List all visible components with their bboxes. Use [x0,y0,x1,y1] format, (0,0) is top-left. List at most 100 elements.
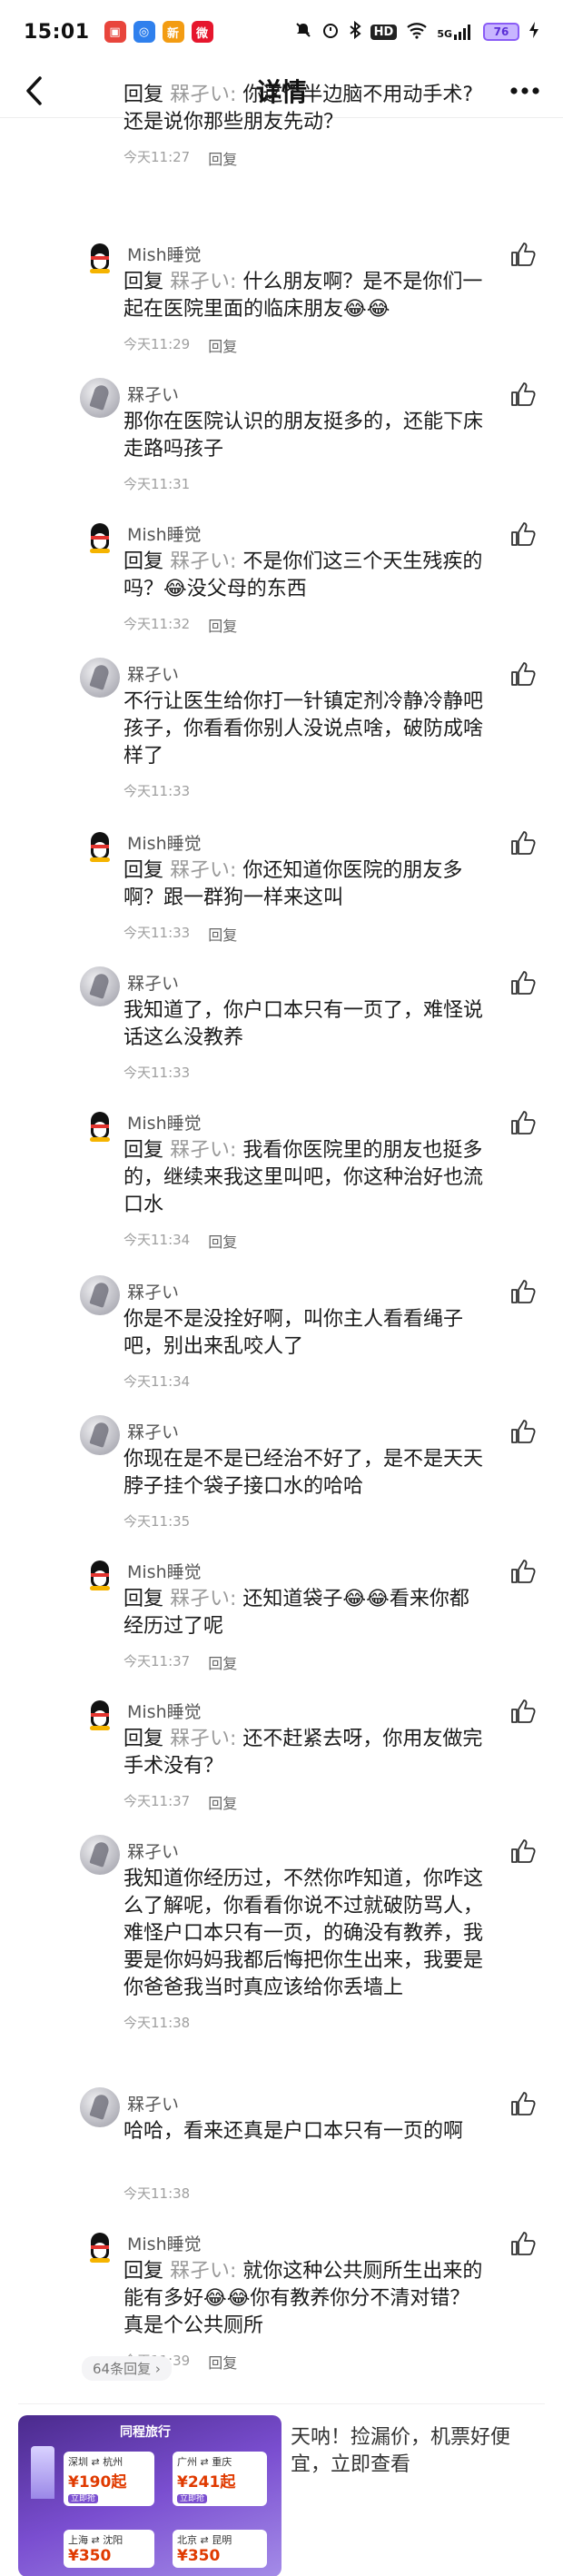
ad-fare-price: ¥241起 [177,2473,236,2492]
ad-fare-card[interactable]: 广州 ⇄ 重庆 ¥241起 立即抢 [173,2452,267,2506]
more-button[interactable] [505,74,545,107]
comment-meta: 今天11:37 回复 [123,1791,237,1813]
status-system-icons: HD 5G 76 [294,20,539,44]
reply-target-name[interactable]: 槑孑い: [170,1728,242,1750]
thumbs-up-icon[interactable] [509,240,538,269]
thumbs-up-icon[interactable] [509,1557,538,1586]
avatar[interactable] [80,1835,120,1875]
comment-meta: 今天11:33 回复 [123,923,237,945]
comment-text[interactable]: 回复 槑孑い: 不是你们这三个天生残疾的吗？😂没父母的东西 [123,549,487,603]
avatar[interactable] [80,378,120,418]
reply-button[interactable]: 回复 [208,614,237,636]
reply-target-name[interactable]: 槑孑い: [170,859,242,882]
reply-target-name[interactable]: 槑孑い: [170,2260,242,2283]
comment-text[interactable]: 那你在医院认识的朋友挺多的，还能下床走路吗孩子 [123,409,487,463]
thumbs-up-icon[interactable] [509,380,538,409]
avatar[interactable] [80,1275,120,1315]
reply-button[interactable]: 回复 [208,2351,237,2373]
back-button[interactable] [18,73,54,109]
reply-target-name[interactable]: 槑孑い: [170,1588,242,1610]
avatar[interactable] [80,2227,120,2267]
thumbs-up-icon[interactable] [509,828,538,857]
comment-author[interactable]: Mish睡觉 [127,2231,202,2255]
ad-fare-tag: 立即抢 [68,2494,99,2503]
comment-author[interactable]: Mish睡觉 [127,1110,202,1134]
avatar[interactable] [80,1106,120,1146]
comment-time: 今天11:33 [123,1065,191,1081]
comment-text[interactable]: 你是不是没拴好啊，叫你主人看看绳子吧，别出来乱咬人了 [123,1306,487,1361]
reply-button[interactable]: 回复 [208,147,237,169]
thumbs-up-icon[interactable] [509,1837,538,1866]
reply-prefix: 回复 [123,2260,170,2283]
comment-text[interactable]: 回复 槑孑い: 什么朋友啊？是不是你们一起在医院里面的临床朋友😂😂 [123,269,487,323]
thumbs-up-icon[interactable] [509,659,538,689]
ad-fare-card[interactable]: 上海 ⇄ 沈阳 ¥350 [64,2530,154,2568]
comment-author[interactable]: Mish睡觉 [127,830,202,855]
comment-author[interactable]: 槑孑い [127,2091,179,2115]
comment-text[interactable]: 不行让医生给你打一针镇定剂冷静冷静吧孩子，你看看你别人没说点啥，破防成啥样了 [123,689,487,770]
signal-5g-icon: 5G [437,24,474,40]
comment-author[interactable]: Mish睡觉 [127,521,202,546]
reply-button[interactable]: 回复 [208,923,237,945]
thumbs-up-icon[interactable] [509,1108,538,1137]
more-replies-link[interactable]: 64条回复 › [82,2356,172,2381]
thumbs-up-icon[interactable] [509,2089,538,2118]
comment-time: 今天11:35 [123,1513,191,1530]
reply-button[interactable]: 回复 [208,1651,237,1673]
reply-target-name[interactable]: 槑孑い: [170,550,242,573]
avatar[interactable] [80,966,120,1006]
thumbs-up-icon[interactable] [509,2229,538,2258]
comment-author[interactable]: Mish睡觉 [127,242,202,266]
reply-button[interactable]: 回复 [208,1791,237,1813]
thumbs-up-icon[interactable] [509,1417,538,1446]
comment-body: 我知道你经历过，不然你咋知道，你咋这么了解呢，你看看你说不过就破防骂人，难怪户口… [123,1868,484,1999]
avatar[interactable] [80,1555,120,1595]
comment-text[interactable]: 回复 槑孑い: 还不赶紧去呀，你用友做完手术没有？ [123,1726,487,1780]
comment-author[interactable]: 槑孑い [127,970,179,995]
thumbs-up-icon[interactable] [509,1277,538,1306]
comment-author[interactable]: 槑孑い [127,1838,179,1863]
avatar[interactable] [80,2087,120,2127]
ad-text[interactable]: 天呐！捡漏价，机票好便宜，立即查看 [291,2424,518,2479]
avatar[interactable] [80,518,120,558]
ad-image[interactable]: 同程旅行 深圳 ⇄ 杭州 ¥190起 立即抢 广州 ⇄ 重庆 ¥241起 立即抢… [18,2415,282,2576]
comment-text[interactable]: 回复 槑孑い: 你还知道你医院的朋友多啊？跟一群狗一样来这叫 [123,857,487,912]
avatar[interactable] [80,1415,120,1455]
avatar[interactable] [80,1695,120,1735]
comment-author[interactable]: 槑孑い [127,1419,179,1443]
ad-fare-route: 上海 ⇄ 沈阳 [68,2534,123,2546]
mute-icon [294,21,312,44]
comment-text[interactable]: 我知道了，你户口本只有一页了，难怪说话这么没教养 [123,997,487,1052]
comment-text[interactable]: 回复 槑孑い: 我看你医院里的朋友也挺多的，继续来我这里叫吧，你这种治好也流口水 [123,1137,487,1219]
reply-target-name[interactable]: 槑孑い: [170,84,242,106]
thumbs-up-icon[interactable] [509,968,538,997]
comment-author[interactable]: 槑孑い [127,661,179,686]
comment-text[interactable]: 哈哈，看来还真是户口本只有一页的啊 [123,2118,487,2145]
thumbs-up-icon[interactable] [509,1697,538,1726]
comment-text[interactable]: 我知道你经历过，不然你咋知道，你咋这么了解呢，你看看你说不过就破防骂人，难怪户口… [123,1866,487,2002]
comment-author[interactable]: 槑孑い [127,1279,179,1303]
app-red-icon: ▣ [104,21,126,43]
reply-target-name[interactable]: 槑孑い: [170,271,242,293]
ad-fare-price: ¥190起 [68,2473,127,2492]
comment-text[interactable]: 你现在是不是已经治不好了，是不是天天脖子挂个袋子接口水的哈哈 [123,1446,487,1501]
ad-tower-graphic [31,2446,54,2499]
comment-author[interactable]: Mish睡觉 [127,1559,202,1583]
thumbs-up-icon[interactable] [509,520,538,549]
comment-text[interactable]: 回复 槑孑い: 还知道袋子😂😂看来你都经历过了呢 [123,1586,487,1640]
ad-fare-card[interactable]: 深圳 ⇄ 杭州 ¥190起 立即抢 [64,2452,154,2506]
reply-button[interactable]: 回复 [208,1230,237,1252]
reply-button[interactable]: 回复 [208,334,237,356]
ad-fare-card[interactable]: 北京 ⇄ 昆明 ¥350 [173,2530,267,2568]
comment-text[interactable]: 回复 槑孑い: 就你这种公共厕所生出来的能有多好😂😂你有教养你分不清对错？真是个… [123,2258,487,2340]
avatar[interactable] [80,827,120,867]
comment-text[interactable]: 回复 槑孑い: 你这个半边脑不用动手术?还是说你那些朋友先动？ [123,82,487,136]
reply-target-name[interactable]: 槑孑い: [170,1139,242,1162]
comment-author[interactable]: 槑孑い [127,381,179,406]
more-dots-icon [510,87,539,94]
ad-banner[interactable]: 同程旅行 深圳 ⇄ 杭州 ¥190起 立即抢 广州 ⇄ 重庆 ¥241起 立即抢… [18,2403,545,2576]
avatar[interactable] [80,238,120,278]
avatar[interactable] [80,658,120,698]
comment-author[interactable]: Mish睡觉 [127,1699,202,1723]
comment-body: 你现在是不是已经治不好了，是不是天天脖子挂个袋子接口水的哈哈 [123,1448,484,1498]
